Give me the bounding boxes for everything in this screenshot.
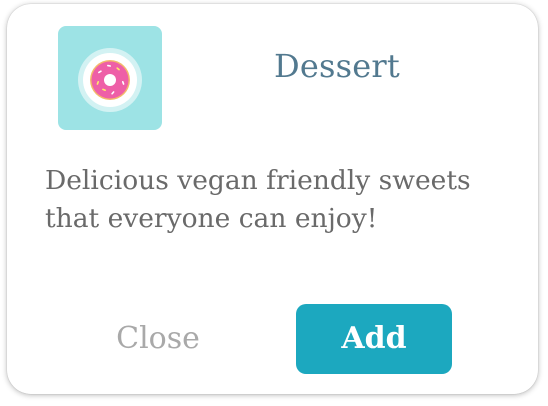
close-button[interactable]: Close (81, 304, 235, 374)
dialog-title: Dessert (274, 47, 400, 85)
donut-icon-tile (58, 26, 162, 130)
add-button[interactable]: Add (296, 304, 452, 374)
dessert-dialog: Dessert Delicious vegan friendly sweets … (7, 4, 538, 394)
dialog-description: Delicious vegan friendly sweets that eve… (45, 165, 471, 234)
donut-icon (78, 48, 142, 112)
